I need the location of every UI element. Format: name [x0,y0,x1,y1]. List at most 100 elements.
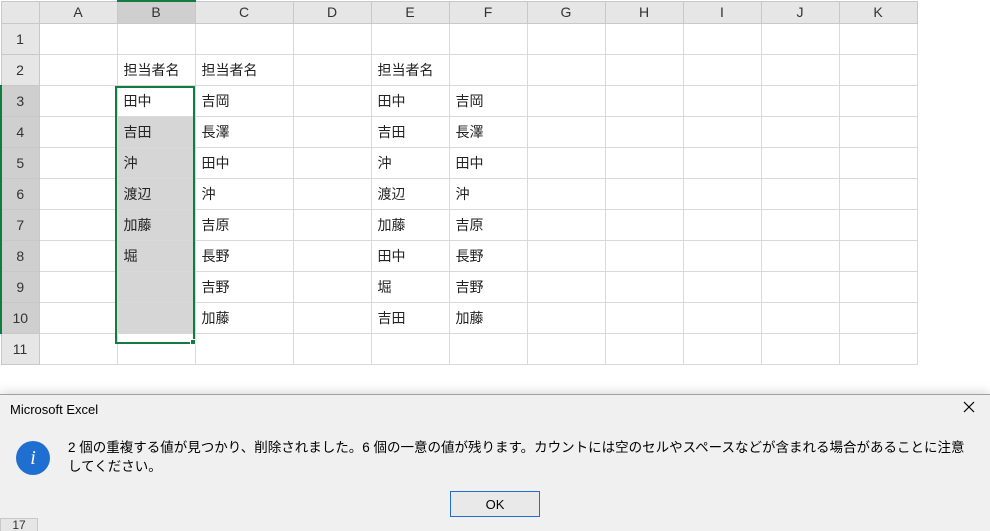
cell[interactable] [293,54,371,85]
row-header[interactable]: 3 [1,85,39,116]
cell[interactable] [761,147,839,178]
cell[interactable] [527,302,605,333]
cell[interactable] [371,333,449,364]
cell[interactable] [527,116,605,147]
cell[interactable] [683,240,761,271]
row-header[interactable]: 10 [1,302,39,333]
cell[interactable] [39,302,117,333]
cell[interactable]: 長野 [195,240,293,271]
column-header[interactable]: H [605,1,683,23]
cell[interactable] [39,209,117,240]
cell[interactable] [839,240,917,271]
cell[interactable] [839,209,917,240]
cell[interactable]: 加藤 [117,209,195,240]
cell[interactable]: 吉田 [371,116,449,147]
cell[interactable]: 渡辺 [117,178,195,209]
cell[interactable] [683,178,761,209]
selection-fill-handle[interactable] [190,339,196,345]
cell[interactable] [605,333,683,364]
cell[interactable] [683,271,761,302]
cell[interactable] [293,240,371,271]
cell[interactable] [683,333,761,364]
cell[interactable] [527,147,605,178]
cell[interactable] [527,23,605,54]
row-header[interactable]: 9 [1,271,39,302]
select-all-corner[interactable] [1,1,39,23]
cell[interactable] [293,147,371,178]
cell[interactable] [39,333,117,364]
cell[interactable] [839,23,917,54]
cell[interactable]: 長野 [449,240,527,271]
cell[interactable] [683,209,761,240]
cell[interactable] [293,178,371,209]
cell[interactable]: 田中 [195,147,293,178]
cell[interactable] [839,147,917,178]
cell[interactable]: 堀 [371,271,449,302]
row-header[interactable]: 11 [1,333,39,364]
cell[interactable] [761,23,839,54]
cell[interactable]: 沖 [195,178,293,209]
cell[interactable] [605,85,683,116]
cell[interactable] [39,85,117,116]
cell[interactable] [293,85,371,116]
cell[interactable] [839,178,917,209]
cell[interactable] [761,333,839,364]
cell[interactable] [605,240,683,271]
cell[interactable]: 堀 [117,240,195,271]
cell[interactable]: 吉原 [195,209,293,240]
cell[interactable] [839,271,917,302]
cell[interactable]: 沖 [371,147,449,178]
cell[interactable] [195,333,293,364]
cell[interactable] [527,54,605,85]
cell[interactable] [39,178,117,209]
ok-button[interactable]: OK [450,491,540,517]
cell[interactable] [39,271,117,302]
cell[interactable] [39,116,117,147]
cell[interactable] [39,54,117,85]
cell[interactable]: 加藤 [449,302,527,333]
cell[interactable] [761,271,839,302]
cell[interactable] [293,302,371,333]
cell[interactable]: 吉野 [195,271,293,302]
cell[interactable] [527,333,605,364]
cell[interactable] [39,23,117,54]
cell[interactable]: 田中 [449,147,527,178]
cell[interactable] [293,209,371,240]
cell[interactable] [527,209,605,240]
cell[interactable]: 田中 [371,240,449,271]
cell[interactable] [605,178,683,209]
cell[interactable] [449,54,527,85]
cell[interactable] [39,240,117,271]
column-header[interactable]: C [195,1,293,23]
cell[interactable] [683,302,761,333]
close-icon[interactable] [954,398,984,422]
cell[interactable]: 長澤 [195,116,293,147]
cell[interactable] [683,23,761,54]
column-header[interactable]: K [839,1,917,23]
cell[interactable] [605,271,683,302]
row-header[interactable]: 5 [1,147,39,178]
column-header[interactable]: E [371,1,449,23]
cell[interactable] [449,333,527,364]
cell[interactable]: 担当者名 [117,54,195,85]
cell[interactable] [761,85,839,116]
cell[interactable]: 担当者名 [195,54,293,85]
cell[interactable] [839,85,917,116]
row-header[interactable]: 1 [1,23,39,54]
cell[interactable]: 渡辺 [371,178,449,209]
cell[interactable] [683,54,761,85]
cell[interactable] [293,271,371,302]
column-header[interactable]: D [293,1,371,23]
cell[interactable]: 吉岡 [195,85,293,116]
cell[interactable] [761,240,839,271]
cell[interactable] [683,116,761,147]
cell[interactable]: 担当者名 [371,54,449,85]
dialog-titlebar[interactable]: Microsoft Excel [0,395,990,425]
row-header[interactable]: 8 [1,240,39,271]
row-header[interactable]: 7 [1,209,39,240]
cell[interactable] [293,23,371,54]
row-header-partial[interactable]: 17 [0,518,38,531]
cell[interactable] [605,302,683,333]
cell[interactable] [117,302,195,333]
column-header[interactable]: I [683,1,761,23]
